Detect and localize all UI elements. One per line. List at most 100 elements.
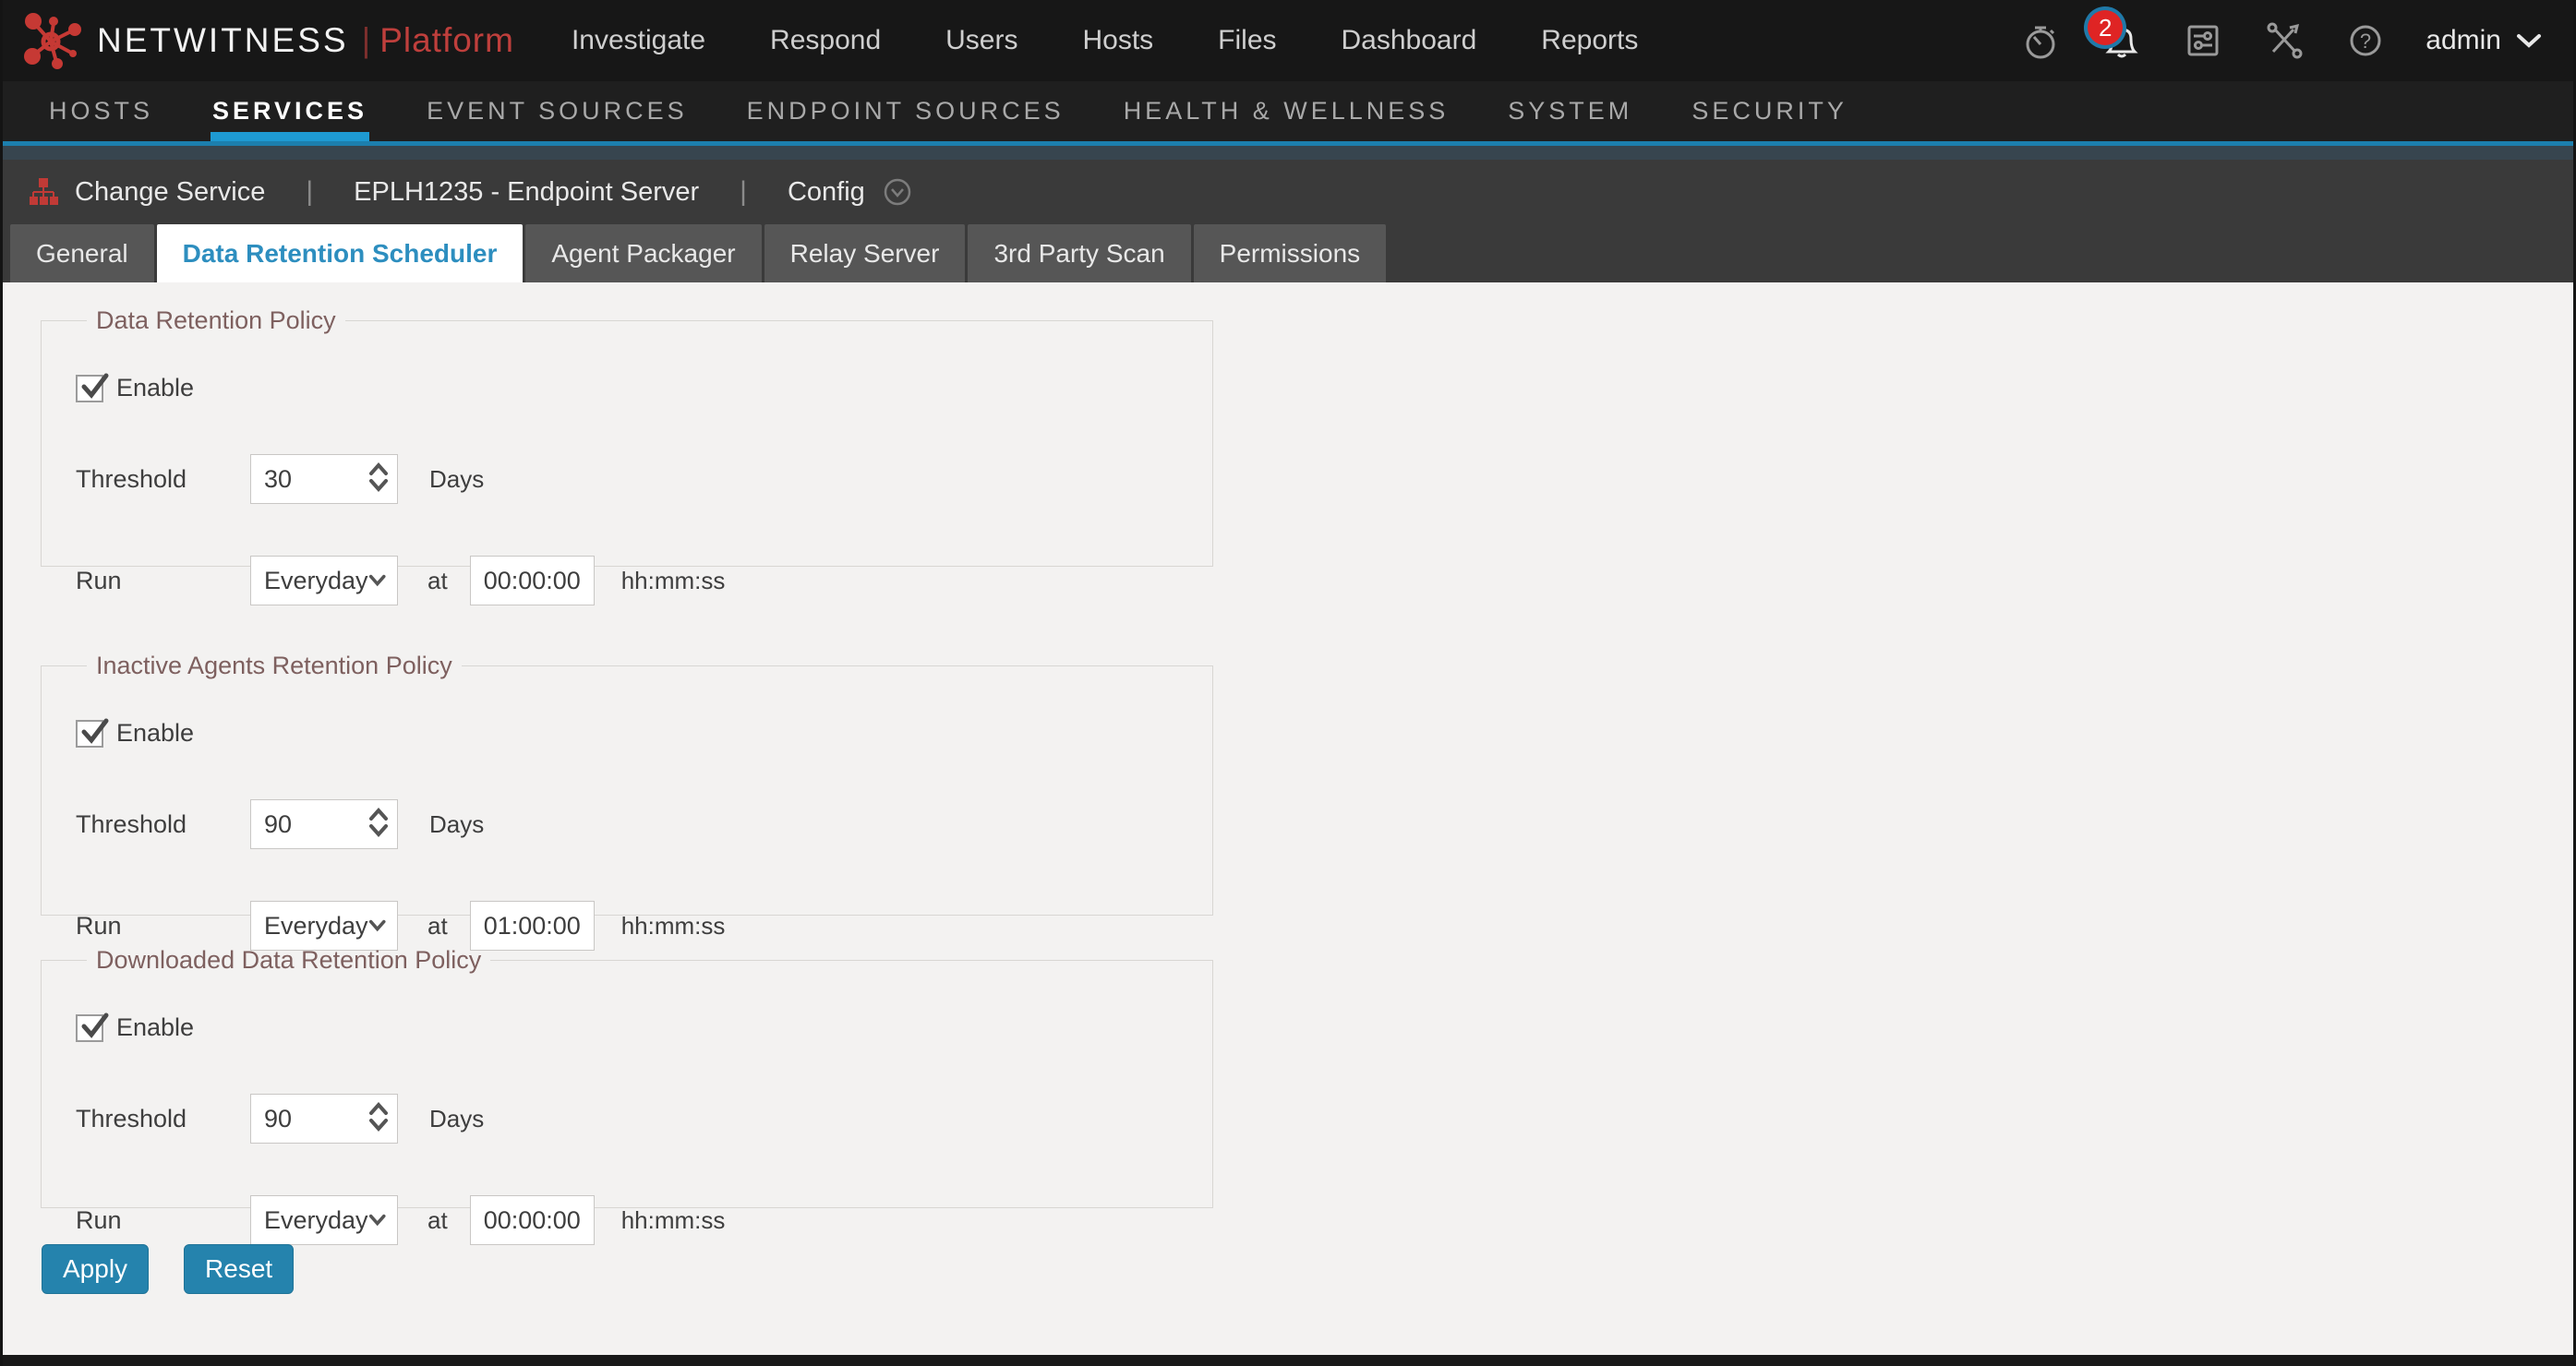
tab-relay-server[interactable]: Relay Server: [764, 224, 966, 282]
tab-agent-packager[interactable]: Agent Packager: [525, 224, 761, 282]
netwitness-logo-icon: [23, 12, 84, 69]
top-navigation-bar: NETWITNESS | Platform Investigate Respon…: [3, 0, 2573, 81]
run-time-field[interactable]: [470, 556, 595, 605]
enable-row: Enable: [76, 1013, 1212, 1042]
netwitness-app-window: NETWITNESS | Platform Investigate Respon…: [0, 0, 2576, 1366]
run-time-input[interactable]: [470, 1195, 595, 1245]
service-name-crumb[interactable]: EPLH1235 - Endpoint Server: [354, 177, 699, 208]
chevron-down-icon: [368, 918, 386, 933]
run-label: Run: [76, 1206, 250, 1235]
data-retention-scheduler-panel: Data Retention Policy Enable Threshold: [3, 282, 2573, 1355]
menu-item-files[interactable]: Files: [1218, 25, 1276, 56]
tab-general[interactable]: General: [10, 224, 154, 282]
threshold-stepper[interactable]: [250, 799, 398, 849]
bottom-bar: [3, 1355, 2573, 1366]
tab-permissions[interactable]: Permissions: [1194, 224, 1386, 282]
chevron-down-icon: [2516, 32, 2542, 49]
menu-item-dashboard[interactable]: Dashboard: [1342, 25, 1477, 56]
help-icon[interactable]: ?: [2344, 19, 2387, 62]
at-label: at: [427, 567, 448, 595]
time-format-hint: hh:mm:ss: [621, 1206, 726, 1235]
module-tab-event-sources[interactable]: EVENT SOURCES: [427, 81, 688, 141]
config-view-crumb[interactable]: Config: [788, 176, 913, 208]
jobs-stopwatch-icon[interactable]: [2019, 19, 2062, 62]
menu-item-users[interactable]: Users: [945, 25, 1017, 56]
module-tab-system[interactable]: SYSTEM: [1508, 81, 1632, 141]
admin-tools-icon[interactable]: [2263, 19, 2305, 62]
run-label: Run: [76, 567, 250, 595]
enable-row: Enable: [76, 719, 1212, 748]
module-tab-hosts[interactable]: HOSTS: [49, 81, 153, 141]
run-row: Run Everyday at hh:mm:ss: [76, 1195, 1212, 1245]
time-format-hint: hh:mm:ss: [621, 912, 726, 941]
svg-text:?: ?: [2360, 30, 2371, 53]
notifications-bell-icon[interactable]: 2: [2101, 19, 2143, 62]
notification-count-badge: 2: [2088, 10, 2123, 45]
red-sitemap-icon: [29, 176, 58, 208]
form-actions: Apply Reset: [42, 1244, 2573, 1294]
brand[interactable]: NETWITNESS | Platform: [23, 12, 514, 69]
enable-checkbox[interactable]: [76, 1014, 103, 1042]
admin-module-nav: HOSTS SERVICES EVENT SOURCES ENDPOINT SO…: [3, 81, 2573, 146]
run-frequency-value: Everyday: [264, 912, 368, 941]
enable-label: Enable: [116, 1013, 194, 1042]
change-service-button[interactable]: Change Service: [29, 176, 265, 208]
time-format-hint: hh:mm:ss: [621, 567, 726, 595]
threshold-row: Threshold Days: [76, 799, 1212, 849]
menu-item-reports[interactable]: Reports: [1541, 25, 1638, 56]
module-tab-endpoint-sources[interactable]: ENDPOINT SOURCES: [747, 81, 1065, 141]
tab-3rd-party-scan[interactable]: 3rd Party Scan: [968, 224, 1190, 282]
threshold-stepper[interactable]: [250, 454, 398, 504]
threshold-stepper[interactable]: [250, 1094, 398, 1144]
module-tab-health-wellness[interactable]: HEALTH & WELLNESS: [1124, 81, 1450, 141]
run-frequency-select[interactable]: Everyday: [250, 1195, 398, 1245]
preferences-sliders-icon[interactable]: [2182, 19, 2224, 62]
user-menu[interactable]: admin: [2426, 25, 2542, 56]
enable-row: Enable: [76, 374, 1212, 402]
menu-item-investigate[interactable]: Investigate: [572, 25, 705, 56]
tab-data-retention-scheduler[interactable]: Data Retention Scheduler: [157, 224, 524, 282]
run-frequency-value: Everyday: [264, 567, 368, 595]
enable-checkbox[interactable]: [76, 720, 103, 748]
module-tab-services[interactable]: SERVICES: [212, 81, 367, 141]
config-view-label: Config: [788, 177, 865, 208]
run-label: Run: [76, 912, 250, 941]
brand-product: Platform: [379, 21, 514, 60]
threshold-unit-label: Days: [429, 465, 484, 494]
threshold-input[interactable]: [250, 1094, 398, 1144]
threshold-label: Threshold: [76, 465, 250, 494]
apply-button[interactable]: Apply: [42, 1244, 149, 1294]
downloaded-data-retention-policy-group: Downloaded Data Retention Policy Enable …: [41, 946, 1213, 1208]
enable-checkbox[interactable]: [76, 375, 103, 402]
breadcrumb: Change Service | EPLH1235 - Endpoint Ser…: [3, 160, 2573, 224]
run-time-input[interactable]: [470, 556, 595, 605]
enable-label: Enable: [116, 374, 194, 402]
module-tab-security[interactable]: SECURITY: [1691, 81, 1848, 141]
threshold-input[interactable]: [250, 454, 398, 504]
threshold-row: Threshold Days: [76, 1094, 1212, 1144]
threshold-unit-label: Days: [429, 1105, 484, 1133]
inactive-agents-retention-policy-title: Inactive Agents Retention Policy: [87, 652, 462, 680]
run-time-input[interactable]: [470, 901, 595, 951]
run-time-field[interactable]: [470, 1195, 595, 1245]
run-frequency-value: Everyday: [264, 1206, 368, 1235]
reset-button[interactable]: Reset: [184, 1244, 294, 1294]
circled-chevron-down-icon[interactable]: [882, 176, 913, 208]
threshold-row: Threshold Days: [76, 454, 1212, 504]
threshold-input[interactable]: [250, 799, 398, 849]
run-time-field[interactable]: [470, 901, 595, 951]
brand-separator: |: [362, 21, 371, 60]
chevron-down-icon: [368, 1213, 386, 1228]
menu-item-hosts[interactable]: Hosts: [1082, 25, 1153, 56]
threshold-label: Threshold: [76, 1105, 250, 1133]
run-frequency-select[interactable]: Everyday: [250, 556, 398, 605]
data-retention-policy-title: Data Retention Policy: [87, 306, 345, 335]
run-row: Run Everyday at hh:mm:ss: [76, 556, 1212, 605]
threshold-unit-label: Days: [429, 810, 484, 839]
notification-badge-ring: 2: [2084, 6, 2126, 49]
run-frequency-select[interactable]: Everyday: [250, 901, 398, 951]
threshold-label: Threshold: [76, 810, 250, 839]
at-label: at: [427, 1206, 448, 1235]
top-right-controls: 2: [2019, 19, 2542, 62]
menu-item-respond[interactable]: Respond: [770, 25, 881, 56]
